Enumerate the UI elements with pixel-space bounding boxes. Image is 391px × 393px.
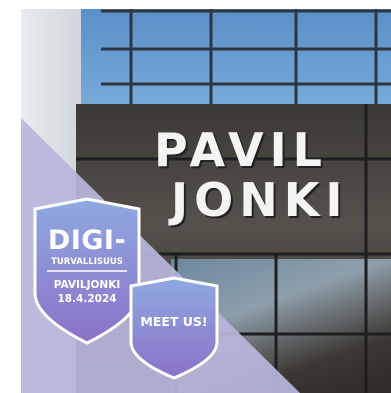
badge-venue: PAVILJONKI xyxy=(53,279,121,291)
badge-title: DIGI- xyxy=(47,225,127,256)
badge-date: 18.4.2024 xyxy=(57,293,117,305)
badge-subtitle: TURVALLISUUS xyxy=(51,257,123,267)
meet-us-badge: MEET US! xyxy=(128,276,220,380)
digi-turvallisuus-badge: DIGI- TURVALLISUUS PAVILJONKI 18.4.2024 xyxy=(31,197,143,345)
shield-icon xyxy=(33,197,141,345)
meet-us-label: MEET US! xyxy=(140,314,208,329)
